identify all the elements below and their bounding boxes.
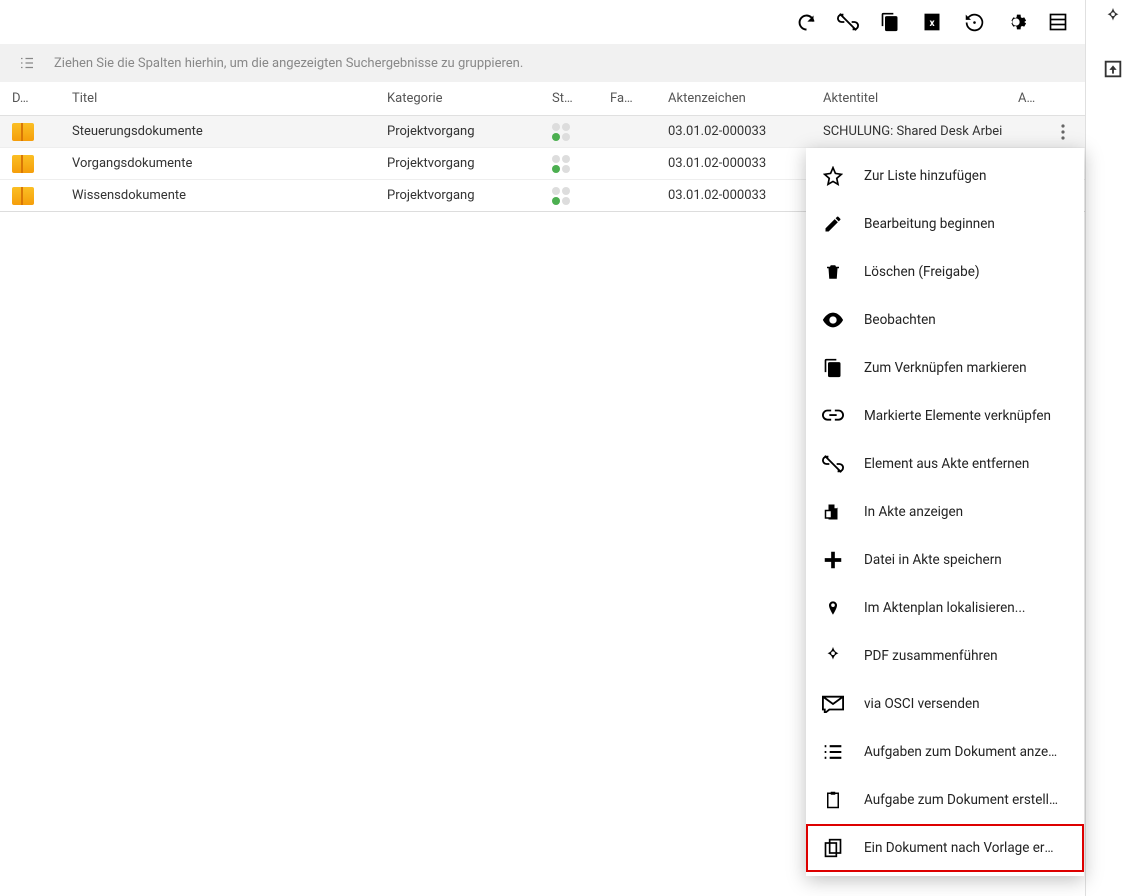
- gear-icon[interactable]: [1005, 11, 1027, 33]
- row-more-button[interactable]: [1049, 118, 1077, 146]
- cell-title: Steuerungsdokumente: [62, 124, 377, 139]
- cell-actions: [1008, 118, 1085, 146]
- cell-category: Projektvorgang: [377, 124, 542, 139]
- folder-icon: [12, 187, 34, 205]
- edit-icon: [822, 213, 844, 235]
- menu-item-list[interactable]: Aufgaben zum Dokument anzei…: [806, 728, 1084, 776]
- copy-icon: [822, 837, 844, 859]
- menu-item-label: via OSCI versenden: [864, 696, 980, 712]
- trash-icon: [822, 261, 844, 283]
- menu-item-label: Markierte Elemente verknüpfen: [864, 408, 1051, 424]
- menu-item-label: Bearbeitung beginnen: [864, 216, 995, 232]
- folder-icon: [822, 501, 844, 523]
- eye-icon: [822, 309, 844, 331]
- group-icon: [18, 54, 36, 72]
- menu-item-star[interactable]: Zur Liste hinzufügen: [806, 152, 1084, 200]
- folder-icon: [12, 155, 34, 173]
- menu-item-pin[interactable]: Im Aktenplan lokalisieren...: [806, 584, 1084, 632]
- menu-item-trash[interactable]: Löschen (Freigabe): [806, 248, 1084, 296]
- mail-icon: [822, 693, 844, 715]
- unlink-icon: [822, 453, 844, 475]
- menu-item-unlink[interactable]: Element aus Akte entfernen: [806, 440, 1084, 488]
- menu-item-pdf[interactable]: PDF zusammenführen: [806, 632, 1084, 680]
- clipboard-icon: [822, 789, 844, 811]
- folder-icon: [12, 123, 34, 141]
- plus-icon: [822, 549, 844, 571]
- cell-aktenzeichen: 03.01.02-000033: [658, 124, 813, 139]
- history-icon[interactable]: [963, 11, 985, 33]
- cell-category: Projektvorgang: [377, 156, 542, 171]
- table-header: D… Titel Kategorie St… Fa… Aktenzeichen …: [0, 82, 1085, 116]
- menu-item-eye[interactable]: Beobachten: [806, 296, 1084, 344]
- menu-item-label: Löschen (Freigabe): [864, 264, 980, 280]
- cell-title: Wissensdokumente: [62, 188, 377, 203]
- col-title[interactable]: Titel: [62, 91, 377, 106]
- table-row[interactable]: SteuerungsdokumenteProjektvorgang 03.01.0…: [0, 116, 1085, 148]
- menu-item-label: Aufgaben zum Dokument anzei…: [864, 744, 1059, 760]
- pdf-icon: [822, 645, 844, 667]
- col-category[interactable]: Kategorie: [377, 91, 542, 106]
- menu-item-copy[interactable]: Ein Dokument nach Vorlage ers…: [806, 824, 1084, 872]
- list-icon: [822, 741, 844, 763]
- menu-item-clipboard[interactable]: Aufgabe zum Dokument erstell…: [806, 776, 1084, 824]
- menu-item-label: Aufgabe zum Dokument erstell…: [864, 792, 1058, 808]
- cell-aktenzeichen: 03.01.02-000033: [658, 188, 813, 203]
- group-hint-text: Ziehen Sie die Spalten hierhin, um die a…: [54, 56, 523, 71]
- cell-status: [542, 123, 600, 141]
- pin-icon: [822, 597, 844, 619]
- right-rail: [1085, 0, 1139, 896]
- menu-item-mail[interactable]: via OSCI versenden: [806, 680, 1084, 728]
- menu-item-label: Element aus Akte entfernen: [864, 456, 1029, 472]
- unlink-icon[interactable]: [837, 11, 859, 33]
- menu-item-folder[interactable]: In Akte anzeigen: [806, 488, 1084, 536]
- paste-icon[interactable]: [879, 11, 901, 33]
- menu-item-label: PDF zusammenführen: [864, 648, 998, 664]
- group-by-bar: Ziehen Sie die Spalten hierhin, um die a…: [0, 44, 1085, 82]
- link-icon: [822, 405, 844, 427]
- toolbar: x: [0, 0, 1085, 44]
- row-context-menu: Zur Liste hinzufügen Bearbeitung beginnen…: [806, 148, 1084, 876]
- col-status[interactable]: St…: [542, 91, 600, 106]
- cell-status: [542, 187, 600, 205]
- col-aktenzeichen[interactable]: Aktenzeichen: [658, 91, 813, 106]
- col-aktentitel[interactable]: Aktentitel: [813, 91, 1008, 106]
- menu-item-label: Beobachten: [864, 312, 936, 328]
- menu-item-label: Ein Dokument nach Vorlage ers…: [864, 840, 1059, 856]
- cell-category: Projektvorgang: [377, 188, 542, 203]
- menu-item-paste[interactable]: Zum Verknüpfen markieren: [806, 344, 1084, 392]
- col-actions[interactable]: A…: [1008, 91, 1085, 106]
- upload-icon[interactable]: [1102, 58, 1124, 80]
- cell-aktentitel: SCHULUNG: Shared Desk Arbei: [813, 124, 1008, 139]
- refresh-icon[interactable]: [795, 11, 817, 33]
- menu-item-label: Zur Liste hinzufügen: [864, 168, 986, 184]
- col-icon[interactable]: D…: [0, 91, 62, 106]
- cell-aktenzeichen: 03.01.02-000033: [658, 156, 813, 171]
- excel-icon[interactable]: x: [921, 11, 943, 33]
- pdf-icon[interactable]: [1102, 6, 1124, 28]
- cell-title: Vorgangsdokumente: [62, 156, 377, 171]
- menu-item-label: Datei in Akte speichern: [864, 552, 1002, 568]
- star-icon: [822, 165, 844, 187]
- menu-item-edit[interactable]: Bearbeitung beginnen: [806, 200, 1084, 248]
- menu-item-label: Zum Verknüpfen markieren: [864, 360, 1027, 376]
- cell-status: [542, 155, 600, 173]
- col-fa[interactable]: Fa…: [600, 91, 658, 106]
- menu-item-label: Im Aktenplan lokalisieren...: [864, 600, 1025, 616]
- menu-item-label: In Akte anzeigen: [864, 504, 963, 520]
- layout-icon[interactable]: [1047, 11, 1069, 33]
- paste-icon: [822, 357, 844, 379]
- menu-item-plus[interactable]: Datei in Akte speichern: [806, 536, 1084, 584]
- menu-item-link[interactable]: Markierte Elemente verknüpfen: [806, 392, 1084, 440]
